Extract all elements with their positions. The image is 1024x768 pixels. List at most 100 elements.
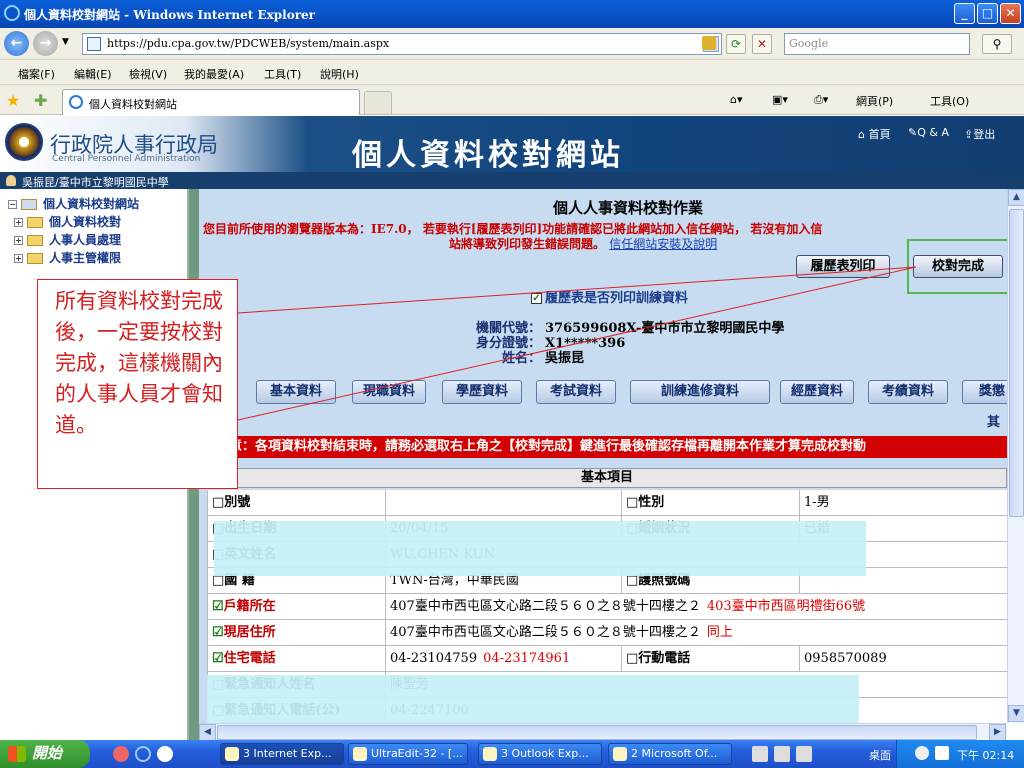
tray-app-icon[interactable] <box>752 746 768 762</box>
cpa-logo-icon <box>5 123 43 161</box>
tab-current-job[interactable]: 現職資料 <box>352 380 426 404</box>
tree-root[interactable]: − 個人資料校對網站 <box>8 195 139 212</box>
back-button[interactable]: ← <box>4 31 29 56</box>
maximize-button[interactable]: □ <box>977 3 998 24</box>
expand-icon[interactable]: + <box>14 218 23 227</box>
row-checkbox[interactable]: ☑ <box>212 651 224 666</box>
page-title: 個人人事資料校對作業 <box>552 199 703 217</box>
menu-help[interactable]: 說明(H) <box>320 66 359 82</box>
menu-tools[interactable]: 工具(T) <box>264 66 301 82</box>
tab-basic[interactable]: 基本資料 <box>256 380 336 404</box>
help-icon[interactable] <box>796 746 812 762</box>
menu-file[interactable]: 檔案(F) <box>18 66 55 82</box>
tree-item-personal-check[interactable]: + 個人資料校對 <box>14 213 121 230</box>
task-ultraedit[interactable]: UltraEdit-32 - [... <box>348 743 468 765</box>
address-bar[interactable]: https://pdu.cpa.gov.tw/PDCWEB/system/mai… <box>82 33 722 55</box>
refresh-icon[interactable]: ⟳ <box>726 34 746 54</box>
logout-link[interactable]: ⇪登出 <box>964 126 995 142</box>
tab-rewards[interactable]: 獎懲 <box>962 380 1007 404</box>
recent-pages-dropdown-icon[interactable]: ▼ <box>62 37 69 47</box>
taskbar: 開始 3 Internet Exp... UltraEdit-32 - [...… <box>0 740 1024 768</box>
vertical-scrollbar[interactable]: ▲ ▼ <box>1007 189 1024 723</box>
tab-other[interactable]: 其 <box>987 411 1005 433</box>
ie-task-icon <box>225 747 239 761</box>
scroll-down-icon[interactable]: ▼ <box>1008 705 1024 722</box>
task-outlook[interactable]: 3 Outlook Exp... <box>478 743 602 765</box>
tab-performance[interactable]: 考績資料 <box>868 380 948 404</box>
desktop-toolbar[interactable]: 桌面 <box>869 747 891 763</box>
user-icon <box>6 175 16 186</box>
collapse-icon[interactable]: − <box>8 200 17 209</box>
field-value: 1-男 <box>799 490 1007 516</box>
field-value-text: 407臺中市西屯區文心路二段５６０之８號十四樓之２ <box>390 599 701 614</box>
minimize-button[interactable]: _ <box>954 3 975 24</box>
print-training-checkbox[interactable]: ✓ <box>531 293 542 304</box>
trusted-site-link[interactable]: 信任網站安裝及說明 <box>609 237 717 251</box>
scroll-right-icon[interactable]: ▶ <box>989 724 1006 741</box>
basic-table-title: 基本項目 <box>207 468 1007 488</box>
expand-icon[interactable]: + <box>14 236 23 245</box>
horizontal-scrollbar[interactable]: ◀ ▶ <box>199 723 1007 741</box>
print-resume-button[interactable]: 履歷表列印 <box>796 255 890 278</box>
print-icon[interactable]: ⎙▾ <box>814 93 828 107</box>
quicklaunch-icon[interactable] <box>157 746 173 762</box>
task-word[interactable]: 2 Microsoft Of... <box>608 743 732 765</box>
task-ie[interactable]: 3 Internet Exp... <box>220 743 344 765</box>
print-training-option[interactable]: ✓ 履歷表是否列印訓練資料 <box>531 287 688 306</box>
home-icon[interactable]: ⌂▾ <box>730 93 743 106</box>
tab-current[interactable]: 個人資料校對網站 <box>62 89 360 115</box>
home-link[interactable]: ⌂ 首頁 <box>858 126 890 142</box>
scroll-left-icon[interactable]: ◀ <box>199 724 216 741</box>
site-header: 行政院人事行政局 Central Personnel Administratio… <box>0 116 1024 173</box>
start-button[interactable]: 開始 <box>0 740 90 768</box>
ie-quicklaunch-icon[interactable] <box>135 746 151 762</box>
new-tab-button[interactable] <box>364 91 392 115</box>
lock-icon[interactable] <box>702 36 716 50</box>
org-name-en: Central Personnel Administration <box>52 154 201 164</box>
tree-item-hr-admin[interactable]: + 人事主管權限 <box>14 249 121 266</box>
row-checkbox[interactable]: ☑ <box>212 625 224 640</box>
expand-icon[interactable]: + <box>14 254 23 263</box>
windows-logo-icon <box>8 746 26 762</box>
tools-menu[interactable]: 工具(O) <box>930 93 969 109</box>
menu-favorites[interactable]: 我的最愛(A) <box>184 66 244 82</box>
feeds-icon[interactable]: ▣▾ <box>772 93 788 106</box>
field-name: 戶籍所在 <box>223 599 276 614</box>
add-favorite-icon[interactable]: ✚ <box>34 91 47 110</box>
qa-link[interactable]: ✎Q & A <box>908 126 949 139</box>
tray-icon[interactable] <box>935 746 949 760</box>
menu-view[interactable]: 檢視(V) <box>129 66 167 82</box>
favorites-star-icon[interactable]: ★ <box>6 91 20 110</box>
page-menu[interactable]: 網頁(P) <box>856 93 893 109</box>
row-checkbox[interactable]: □ <box>626 495 638 510</box>
tree-item-hr-process[interactable]: + 人事人員處理 <box>14 231 121 248</box>
stop-icon[interactable]: ✕ <box>752 34 772 54</box>
close-button[interactable]: ✕ <box>1000 3 1021 24</box>
media-player-icon[interactable] <box>113 746 129 762</box>
menu-edit[interactable]: 編輯(E) <box>74 66 112 82</box>
scroll-thumb[interactable] <box>1009 209 1024 517</box>
hscroll-thumb[interactable] <box>217 725 977 740</box>
row-checkbox[interactable]: □ <box>626 651 638 666</box>
tab-training[interactable]: 訓練進修資料 <box>630 380 770 404</box>
changed-value: 同上 <box>706 625 733 640</box>
print-training-label: 履歷表是否列印訓練資料 <box>545 291 689 306</box>
address-url[interactable]: https://pdu.cpa.gov.tw/PDCWEB/system/mai… <box>107 37 389 50</box>
language-icon[interactable] <box>915 746 929 760</box>
row-checkbox[interactable]: □ <box>212 495 224 510</box>
title-bar: 個人資料校對網站 - Windows Internet Explorer _ □… <box>0 0 1024 28</box>
tab-education[interactable]: 學歷資料 <box>442 380 522 404</box>
search-icon[interactable]: ⚲ <box>982 34 1012 54</box>
scroll-up-icon[interactable]: ▲ <box>1008 189 1024 206</box>
search-input[interactable]: Google <box>784 33 970 55</box>
field-value-text: 1-男 <box>804 495 830 510</box>
tab-label: 個人資料校對網站 <box>89 98 177 111</box>
forward-button[interactable]: → <box>33 31 58 56</box>
tab-exam[interactable]: 考試資料 <box>536 380 616 404</box>
field-value-text: 0958570089 <box>804 651 887 666</box>
row-checkbox[interactable]: ☑ <box>212 599 224 614</box>
ultraedit-icon <box>353 747 367 761</box>
current-user: 吳振昆/臺中市立黎明國民中學 <box>22 176 169 189</box>
tab-experience[interactable]: 經歷資料 <box>780 380 854 404</box>
tray-app-icon[interactable] <box>774 746 790 762</box>
